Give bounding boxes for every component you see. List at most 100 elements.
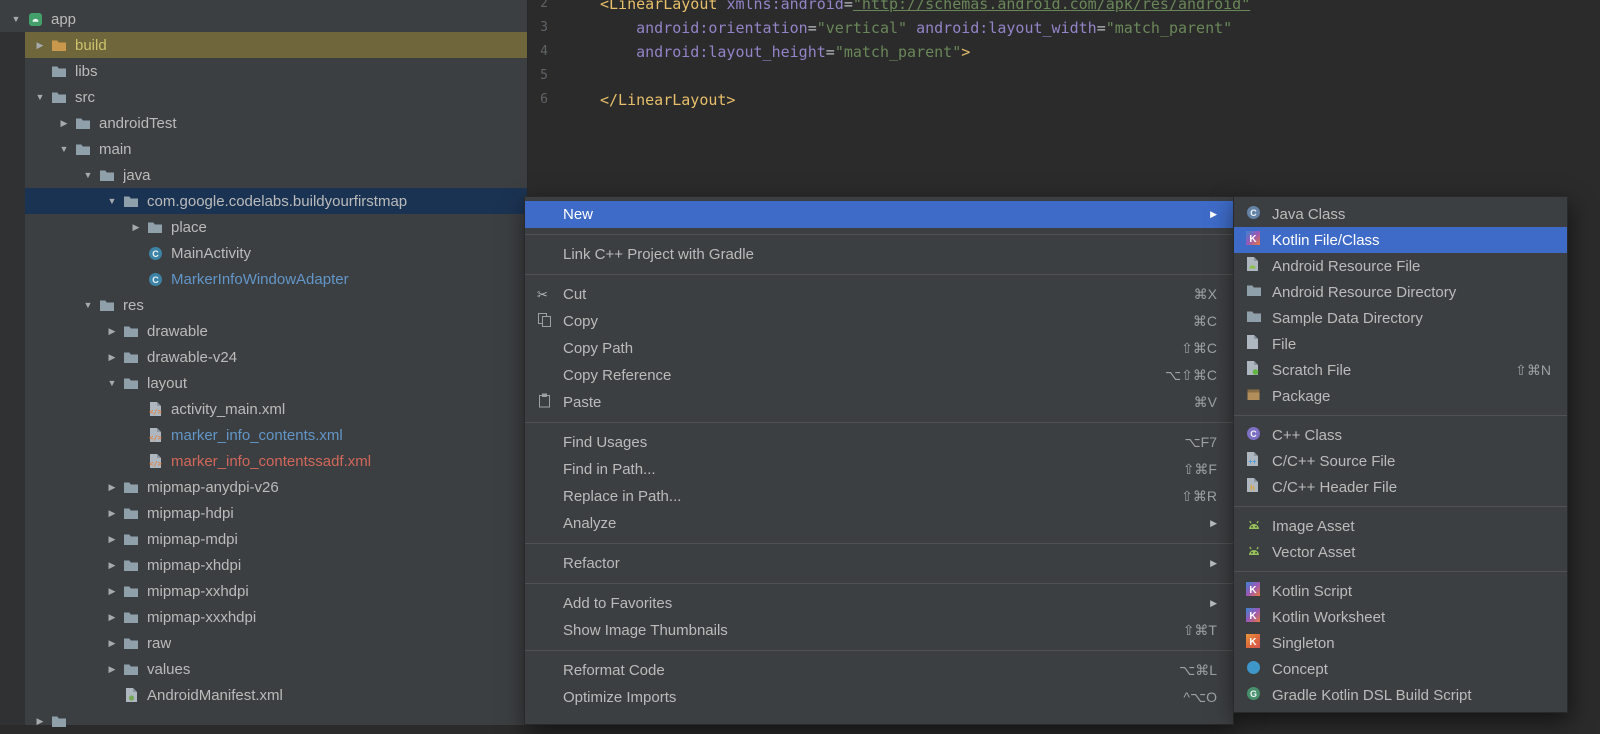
tree-item-markerinfowindowadapter[interactable]: CMarkerInfoWindowAdapter [0, 266, 527, 292]
tree-item-mipmap-anydpi-v26[interactable]: ▶mipmap-anydpi-v26 [0, 474, 527, 500]
tree-item-src[interactable]: ▼src [0, 84, 527, 110]
menu-item-java-class[interactable]: CJava Class [1234, 201, 1567, 227]
menu-item-kotlin-file-class[interactable]: KKotlin File/Class [1234, 227, 1567, 253]
menu-item-copy-path[interactable]: Copy Path⇧⌘C [525, 335, 1233, 362]
tree-item-java[interactable]: ▼java [0, 162, 527, 188]
tree-item-partial[interactable]: ▶ [0, 708, 527, 734]
chevron-right-icon[interactable]: ▶ [126, 222, 146, 233]
menu-item-copy[interactable]: Copy⌘C [525, 308, 1233, 335]
svg-text:</>: </> [149, 408, 162, 416]
menu-item-singleton[interactable]: KSingleton [1234, 630, 1567, 656]
tree-item-mipmap-xhdpi[interactable]: ▶mipmap-xhdpi [0, 552, 527, 578]
chevron-right-icon[interactable]: ▶ [102, 560, 122, 571]
menu-item-package[interactable]: Package [1234, 383, 1567, 409]
tree-item-mainactivity[interactable]: CMainActivity [0, 240, 527, 266]
chevron-right-icon[interactable]: ▶ [102, 352, 122, 363]
tree-item-main[interactable]: ▼main [0, 136, 527, 162]
tree-item-res[interactable]: ▼res [0, 292, 527, 318]
code-token [600, 19, 636, 37]
menu-item-icon-slot [537, 393, 563, 412]
code-token: "match_parent" [1106, 19, 1232, 37]
chevron-down-icon[interactable]: ▼ [30, 92, 50, 102]
chevron-right-icon[interactable]: ▶ [102, 638, 122, 649]
tree-item-mipmap-hdpi[interactable]: ▶mipmap-hdpi [0, 500, 527, 526]
tree-item-drawable-v24[interactable]: ▶drawable-v24 [0, 344, 527, 370]
tree-item-layout[interactable]: ▼layout [0, 370, 527, 396]
tree-item-libs[interactable]: libs [0, 58, 527, 84]
chevron-right-icon[interactable]: ▶ [102, 664, 122, 675]
menu-item-concept[interactable]: Concept [1234, 656, 1567, 682]
tree-item-mipmap-xxhdpi[interactable]: ▶mipmap-xxhdpi [0, 578, 527, 604]
xml-file-icon: </> [146, 401, 164, 417]
menu-item-c-c-header-file[interactable]: hC/C++ Header File [1234, 474, 1567, 500]
menu-item-icon-slot [537, 312, 563, 331]
tree-item-build[interactable]: ▶build [0, 32, 527, 58]
tree-item-mipmap-mdpi[interactable]: ▶mipmap-mdpi [0, 526, 527, 552]
menu-item-vector-asset[interactable]: Vector Asset [1234, 539, 1567, 565]
tree-item-mipmap-xxxhdpi[interactable]: ▶mipmap-xxxhdpi [0, 604, 527, 630]
menu-item-c-c-source-file[interactable]: ++C/C++ Source File [1234, 448, 1567, 474]
chevron-down-icon[interactable]: ▼ [54, 144, 74, 154]
menu-item-kotlin-worksheet[interactable]: KKotlin Worksheet [1234, 604, 1567, 630]
chevron-right-icon[interactable]: ▶ [102, 612, 122, 623]
chevron-right-icon[interactable]: ▶ [102, 326, 122, 337]
menu-item-kotlin-script[interactable]: KKotlin Script [1234, 578, 1567, 604]
project-tree[interactable]: ▼app▶buildlibs▼src▶androidTest▼main▼java… [0, 0, 527, 725]
chevron-down-icon[interactable]: ▼ [102, 378, 122, 388]
menu-item-label: Add to Favorites [563, 595, 672, 612]
tree-item-values[interactable]: ▶values [0, 656, 527, 682]
menu-item-c-class[interactable]: CC++ Class [1234, 422, 1567, 448]
menu-item-gradle-kotlin-dsl-build-script[interactable]: GGradle Kotlin DSL Build Script [1234, 682, 1567, 708]
menu-item-shortcut: ⌥⌘L [1179, 662, 1217, 679]
menu-item-show-image-thumbnails[interactable]: Show Image Thumbnails⇧⌘T [525, 617, 1233, 644]
tree-item-app[interactable]: ▼app [0, 6, 527, 32]
menu-item-image-asset[interactable]: Image Asset [1234, 513, 1567, 539]
tree-item-raw[interactable]: ▶raw [0, 630, 527, 656]
menu-item-replace-in-path[interactable]: Replace in Path...⇧⌘R [525, 483, 1233, 510]
cut-icon: ✂ [537, 286, 548, 303]
chevron-down-icon[interactable]: ▼ [78, 170, 98, 180]
menu-item-link-c-project-with-gradle[interactable]: Link C++ Project with Gradle [525, 241, 1233, 268]
chevron-right-icon[interactable]: ▶ [54, 118, 74, 129]
menu-item-android-resource-directory[interactable]: Android Resource Directory [1234, 279, 1567, 305]
code-token: </LinearLayout> [600, 91, 735, 109]
menu-item-optimize-imports[interactable]: Optimize Imports^⌥O [525, 684, 1233, 711]
project-panel: ▼app▶buildlibs▼src▶androidTest▼main▼java… [0, 0, 528, 725]
chevron-right-icon[interactable]: ▶ [102, 586, 122, 597]
chevron-down-icon[interactable]: ▼ [102, 196, 122, 206]
menu-item-label: Kotlin Worksheet [1272, 609, 1385, 626]
tree-item-place[interactable]: ▶place [0, 214, 527, 240]
menu-item-new[interactable]: New▶ [525, 201, 1233, 228]
menu-item-cut[interactable]: ✂Cut⌘X [525, 281, 1233, 308]
chevron-right-icon[interactable]: ▶ [102, 508, 122, 519]
tree-item-androidmanifest-xml[interactable]: AndroidManifest.xml [0, 682, 527, 708]
context-menu: New▶Link C++ Project with Gradle✂Cut⌘XCo… [524, 196, 1234, 725]
menu-item-paste[interactable]: Paste⌘V [525, 389, 1233, 416]
menu-item-refactor[interactable]: Refactor▶ [525, 550, 1233, 577]
tree-item-label: com.google.codelabs.buildyourfirstmap [147, 193, 407, 210]
tree-item-marker-info-contentssadf-xml[interactable]: </>marker_info_contentssadf.xml [0, 448, 527, 474]
menu-item-add-to-favorites[interactable]: Add to Favorites▶ [525, 590, 1233, 617]
tree-item-marker-info-contents-xml[interactable]: </>marker_info_contents.xml [0, 422, 527, 448]
svg-text:C: C [1250, 208, 1257, 218]
menu-item-scratch-file[interactable]: Scratch File⇧⌘N [1234, 357, 1567, 383]
menu-item-reformat-code[interactable]: Reformat Code⌥⌘L [525, 657, 1233, 684]
menu-item-file[interactable]: File [1234, 331, 1567, 357]
menu-item-sample-data-directory[interactable]: Sample Data Directory [1234, 305, 1567, 331]
tree-item-com-google-codelabs-buildyourfirstmap[interactable]: ▼ com.google.codelabs.buildyourfirstmap [0, 188, 527, 214]
folder-icon [1246, 310, 1262, 327]
menu-item-find-in-path[interactable]: Find in Path...⇧⌘F [525, 456, 1233, 483]
menu-item-analyze[interactable]: Analyze▶ [525, 510, 1233, 537]
tree-item-androidtest[interactable]: ▶androidTest [0, 110, 527, 136]
chevron-down-icon[interactable]: ▼ [78, 300, 98, 310]
chevron-down-icon[interactable]: ▼ [6, 14, 26, 24]
chevron-right-icon[interactable]: ▶ [30, 40, 50, 51]
tree-item-drawable[interactable]: ▶drawable [0, 318, 527, 344]
menu-item-find-usages[interactable]: Find Usages⌥F7 [525, 429, 1233, 456]
chevron-right-icon[interactable]: ▶ [102, 534, 122, 545]
tree-item-activity-main-xml[interactable]: </>activity_main.xml [0, 396, 527, 422]
menu-item-android-resource-file[interactable]: Android Resource File [1234, 253, 1567, 279]
chevron-right-icon[interactable]: ▶ [102, 482, 122, 493]
folder-icon [50, 89, 68, 105]
menu-item-copy-reference[interactable]: Copy Reference⌥⇧⌘C [525, 362, 1233, 389]
